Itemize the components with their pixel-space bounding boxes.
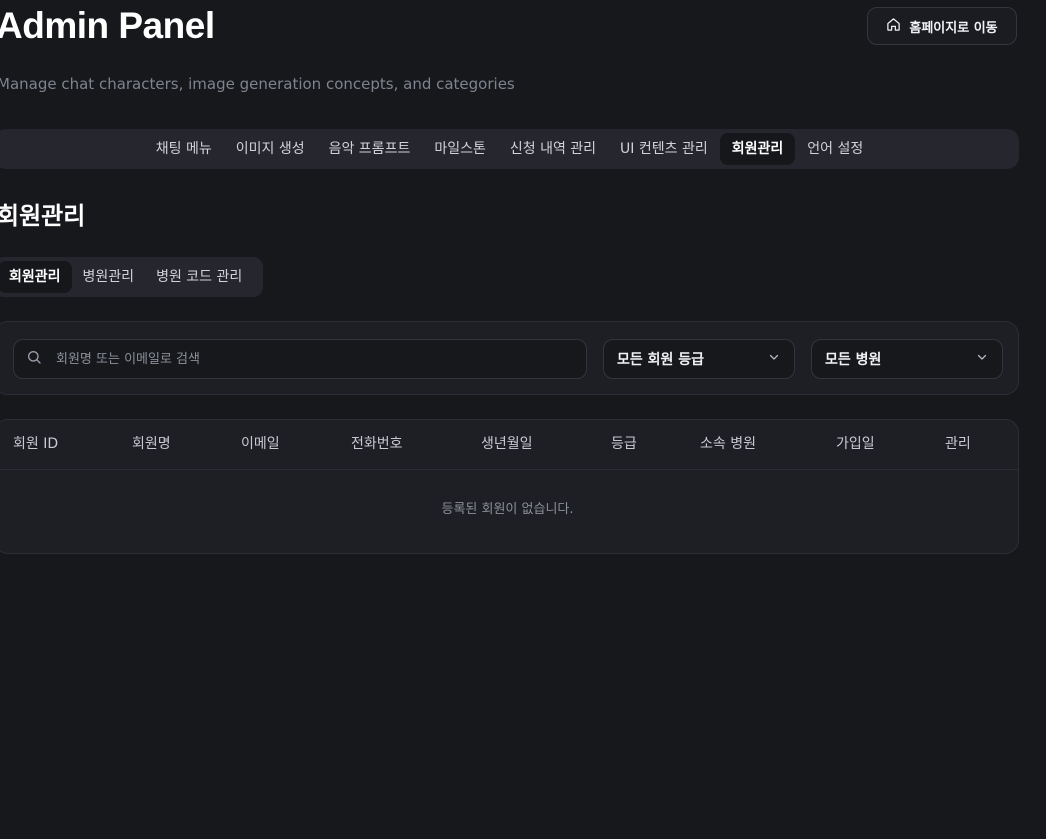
nav-tab-member-management[interactable]: 회원관리	[719, 133, 796, 165]
member-subtabs: 회원관리 병원관리 병원 코드 관리	[0, 257, 263, 297]
nav-tab-application-history[interactable]: 신청 내역 관리	[498, 133, 608, 165]
page-subtitle: Manage chat characters, image generation…	[0, 75, 515, 93]
search-box[interactable]	[13, 339, 587, 379]
column-header-join-date: 가입일	[836, 436, 875, 452]
filter-card: 모든 회원 등급 모든 병원	[0, 321, 1019, 395]
hospital-select-value: 모든 병원	[825, 352, 882, 368]
home-button[interactable]: 홈페이지로 이동	[867, 7, 1017, 45]
column-header-phone: 전화번호	[351, 436, 403, 452]
home-icon	[886, 17, 901, 36]
column-header-email: 이메일	[241, 436, 280, 452]
column-header-member-id: 회원 ID	[13, 436, 59, 452]
table-empty-message: 등록된 회원이 없습니다.	[441, 502, 574, 517]
nav-tab-milestone[interactable]: 마일스톤	[422, 133, 498, 165]
grade-select-value: 모든 회원 등급	[617, 352, 705, 368]
subtab-hospital-code-management[interactable]: 병원 코드 관리	[145, 261, 253, 293]
nav-tab-music-prompt[interactable]: 음악 프롬프트	[317, 133, 423, 165]
column-header-hospital: 소속 병원	[700, 436, 756, 452]
column-header-actions: 관리	[945, 436, 971, 452]
admin-page: Admin Panel Manage chat characters, imag…	[0, 0, 1046, 839]
nav-tab-chat-menu[interactable]: 채팅 메뉴	[144, 133, 224, 165]
section-title: 회원관리	[0, 202, 86, 230]
nav-tab-ui-content[interactable]: UI 컨텐츠 관리	[608, 133, 720, 165]
page-title: Admin Panel	[0, 5, 215, 46]
column-header-grade: 등급	[611, 436, 637, 452]
search-input[interactable]	[54, 350, 586, 368]
hospital-select[interactable]: 모든 병원	[811, 339, 1003, 379]
nav-tab-image-generation[interactable]: 이미지 생성	[224, 133, 317, 165]
search-icon	[14, 349, 54, 369]
nav-tab-language-settings[interactable]: 언어 설정	[795, 133, 875, 165]
column-header-birthdate: 생년월일	[481, 436, 533, 452]
table-header: 회원 ID 회원명 이메일 전화번호 생년월일 등급 소속 병원 가입일 관리	[0, 420, 1018, 470]
subtab-member-management[interactable]: 회원관리	[0, 261, 72, 293]
chevron-down-icon	[976, 351, 988, 367]
main-nav: 채팅 메뉴 이미지 생성 음악 프롬프트 마일스톤 신청 내역 관리 UI 컨텐…	[0, 129, 1019, 169]
members-table: 회원 ID 회원명 이메일 전화번호 생년월일 등급 소속 병원 가입일 관리 …	[0, 419, 1019, 554]
subtab-hospital-management[interactable]: 병원관리	[72, 261, 146, 293]
home-button-label: 홈페이지로 이동	[909, 20, 998, 36]
grade-select[interactable]: 모든 회원 등급	[603, 339, 795, 379]
chevron-down-icon	[768, 351, 780, 367]
column-header-member-name: 회원명	[132, 436, 171, 452]
